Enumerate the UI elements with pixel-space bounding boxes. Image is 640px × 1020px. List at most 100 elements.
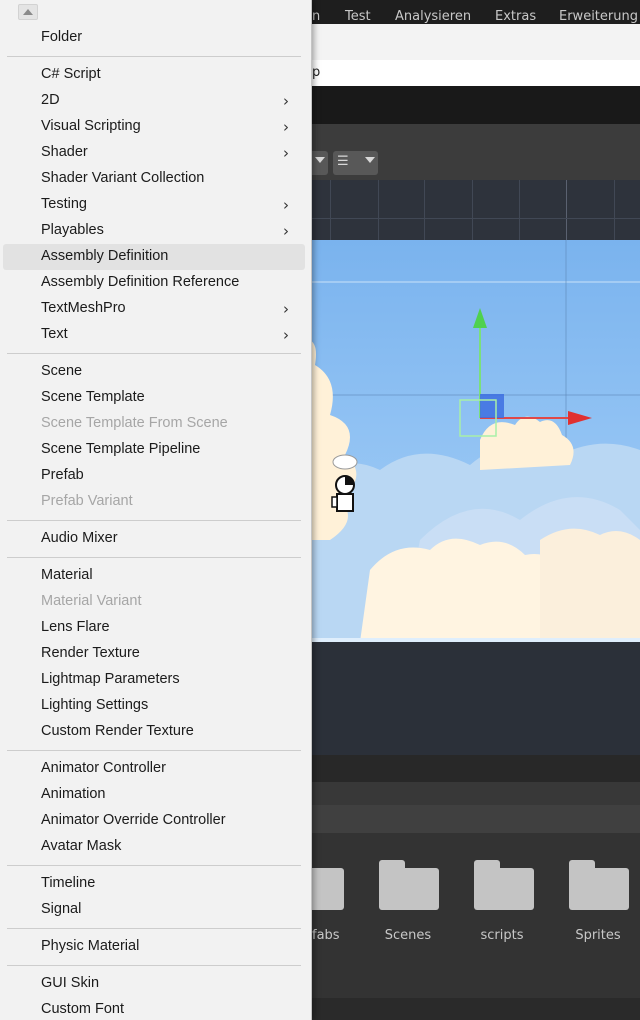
folder-label-scripts[interactable]: scripts (457, 928, 547, 943)
folder-icon[interactable] (379, 860, 439, 910)
grid-snap-icon: ☰ (337, 154, 349, 169)
menu-item-label: Lighting Settings (41, 697, 149, 713)
menu-item-label: Lightmap Parameters (41, 671, 180, 687)
editor-toolbar (300, 24, 640, 60)
menu-separator (7, 750, 301, 751)
menu-item-animation[interactable]: Animation (3, 782, 305, 808)
menu-item-label: Visual Scripting (41, 118, 141, 134)
folder-icon[interactable] (474, 860, 534, 910)
menu-item-label: Shader (41, 144, 88, 160)
menu-item-label: Custom Render Texture (41, 723, 194, 739)
grid-line (300, 218, 640, 219)
folder-label-sprites[interactable]: Sprites (553, 928, 640, 943)
menu-item-physic-material[interactable]: Physic Material (3, 934, 305, 960)
menu-item-testing[interactable]: Testing › (3, 192, 305, 218)
folder-icon[interactable] (569, 860, 629, 910)
menu-item-shader[interactable]: Shader › (3, 140, 305, 166)
menu-item-prefab-variant: Prefab Variant (3, 489, 305, 515)
chevron-right-icon: › (283, 196, 289, 214)
menubar-item-test[interactable]: Test (345, 9, 371, 24)
menu-item-shader-variant-collection[interactable]: Shader Variant Collection (3, 166, 305, 192)
editor-title-strip: p (300, 60, 640, 86)
chevron-right-icon: › (283, 118, 289, 136)
menu-item-label: Prefab (41, 467, 84, 483)
menu-item-gui-skin[interactable]: GUI Skin (3, 971, 305, 997)
menubar-item[interactable]: n (312, 9, 320, 24)
menu-item-label: Scene Template (41, 389, 145, 405)
menu-item-assembly-definition[interactable]: Assembly Definition (3, 244, 305, 270)
menu-item-scene-template-pipeline[interactable]: Scene Template Pipeline (3, 437, 305, 463)
chevron-down-icon (315, 157, 325, 163)
chevron-right-icon: › (283, 222, 289, 240)
menu-item-animator-controller[interactable]: Animator Controller (3, 756, 305, 782)
menu-item-label: GUI Skin (41, 975, 100, 991)
menu-item-label: Custom Font (41, 1001, 124, 1017)
menu-item-scene-template[interactable]: Scene Template (3, 385, 305, 411)
menu-item-lens-flare[interactable]: Lens Flare (3, 615, 305, 641)
menu-item-label: Assembly Definition (41, 248, 169, 264)
menu-item-label: Material (41, 567, 93, 583)
editor-dark-strip (300, 86, 640, 124)
menu-item-label: Physic Material (41, 938, 140, 954)
menu-item-folder[interactable]: Folder (3, 25, 305, 51)
scene-view-lower (300, 642, 640, 755)
project-panel-footer (300, 998, 640, 1020)
chevron-right-icon: › (283, 300, 289, 318)
menu-item-label: C# Script (41, 66, 101, 82)
menu-item-custom-render-texture[interactable]: Custom Render Texture (3, 719, 305, 745)
menu-item-label: Signal (41, 901, 82, 917)
menu-scroll-up-button[interactable] (18, 4, 38, 20)
menu-item-assembly-definition-reference[interactable]: Assembly Definition Reference (3, 270, 305, 296)
menu-item-label: Animator Controller (41, 760, 166, 776)
menu-separator (7, 928, 301, 929)
menu-item-prefab[interactable]: Prefab (3, 463, 305, 489)
menu-item-label: 2D (41, 92, 60, 108)
menu-item-label: Avatar Mask (41, 838, 122, 854)
menu-item-animator-override-controller[interactable]: Animator Override Controller (3, 808, 305, 834)
menu-item-label: Text (41, 326, 68, 342)
menubar-item-extras[interactable]: Extras (495, 9, 536, 24)
menu-item-render-texture[interactable]: Render Texture (3, 641, 305, 667)
menu-separator (7, 557, 301, 558)
menu-item-signal[interactable]: Signal (3, 897, 305, 923)
menu-item-label: Shader Variant Collection (41, 170, 205, 186)
menu-item-label: Animation (41, 786, 106, 802)
menu-item-csharp-script[interactable]: C# Script (3, 62, 305, 88)
menu-item-playables[interactable]: Playables › (3, 218, 305, 244)
menu-item-lightmap-parameters[interactable]: Lightmap Parameters (3, 667, 305, 693)
menu-item-custom-font[interactable]: Custom Font (3, 997, 305, 1020)
menu-item-material[interactable]: Material (3, 563, 305, 589)
menu-item-scene-template-from-scene: Scene Template From Scene (3, 411, 305, 437)
menu-item-label: Scene (41, 363, 83, 379)
menu-item-label: Scene Template Pipeline (41, 441, 201, 457)
menu-item-timeline[interactable]: Timeline (3, 871, 305, 897)
sky-background-sprite[interactable] (300, 240, 640, 642)
menu-item-label: Audio Mixer (41, 530, 118, 546)
menubar-item-analysieren[interactable]: Analysieren (395, 9, 471, 24)
menu-separator (7, 965, 301, 966)
menu-item-label: Timeline (41, 875, 96, 891)
menu-item-label: Testing (41, 196, 87, 212)
menu-item-lighting-settings[interactable]: Lighting Settings (3, 693, 305, 719)
menu-separator (7, 520, 301, 521)
menu-item-2d[interactable]: 2D › (3, 88, 305, 114)
menu-item-material-variant: Material Variant (3, 589, 305, 615)
menu-item-label: Lens Flare (41, 619, 110, 635)
editor-menubar: n Test Analysieren Extras Erweiterung (300, 0, 640, 24)
menu-item-label: TextMeshPro (41, 300, 126, 316)
cloud-artwork (300, 240, 640, 642)
gizmo-toggle-button[interactable]: ☰ (333, 151, 378, 175)
menubar-item-erweiterung[interactable]: Erweiterung (559, 9, 638, 24)
menu-item-text[interactable]: Text › (3, 322, 305, 348)
folder-label-scenes[interactable]: Scenes (363, 928, 453, 943)
menu-item-scene[interactable]: Scene (3, 359, 305, 385)
menu-item-audio-mixer[interactable]: Audio Mixer (3, 526, 305, 552)
menu-item-label: Prefab Variant (41, 493, 133, 509)
chevron-right-icon: › (283, 144, 289, 162)
menu-item-avatar-mask[interactable]: Avatar Mask (3, 834, 305, 860)
title-fragment: p (312, 65, 321, 80)
menu-item-label: Scene Template From Scene (41, 415, 228, 431)
menu-item-textmeshpro[interactable]: TextMeshPro › (3, 296, 305, 322)
menu-separator (7, 353, 301, 354)
menu-item-visual-scripting[interactable]: Visual Scripting › (3, 114, 305, 140)
